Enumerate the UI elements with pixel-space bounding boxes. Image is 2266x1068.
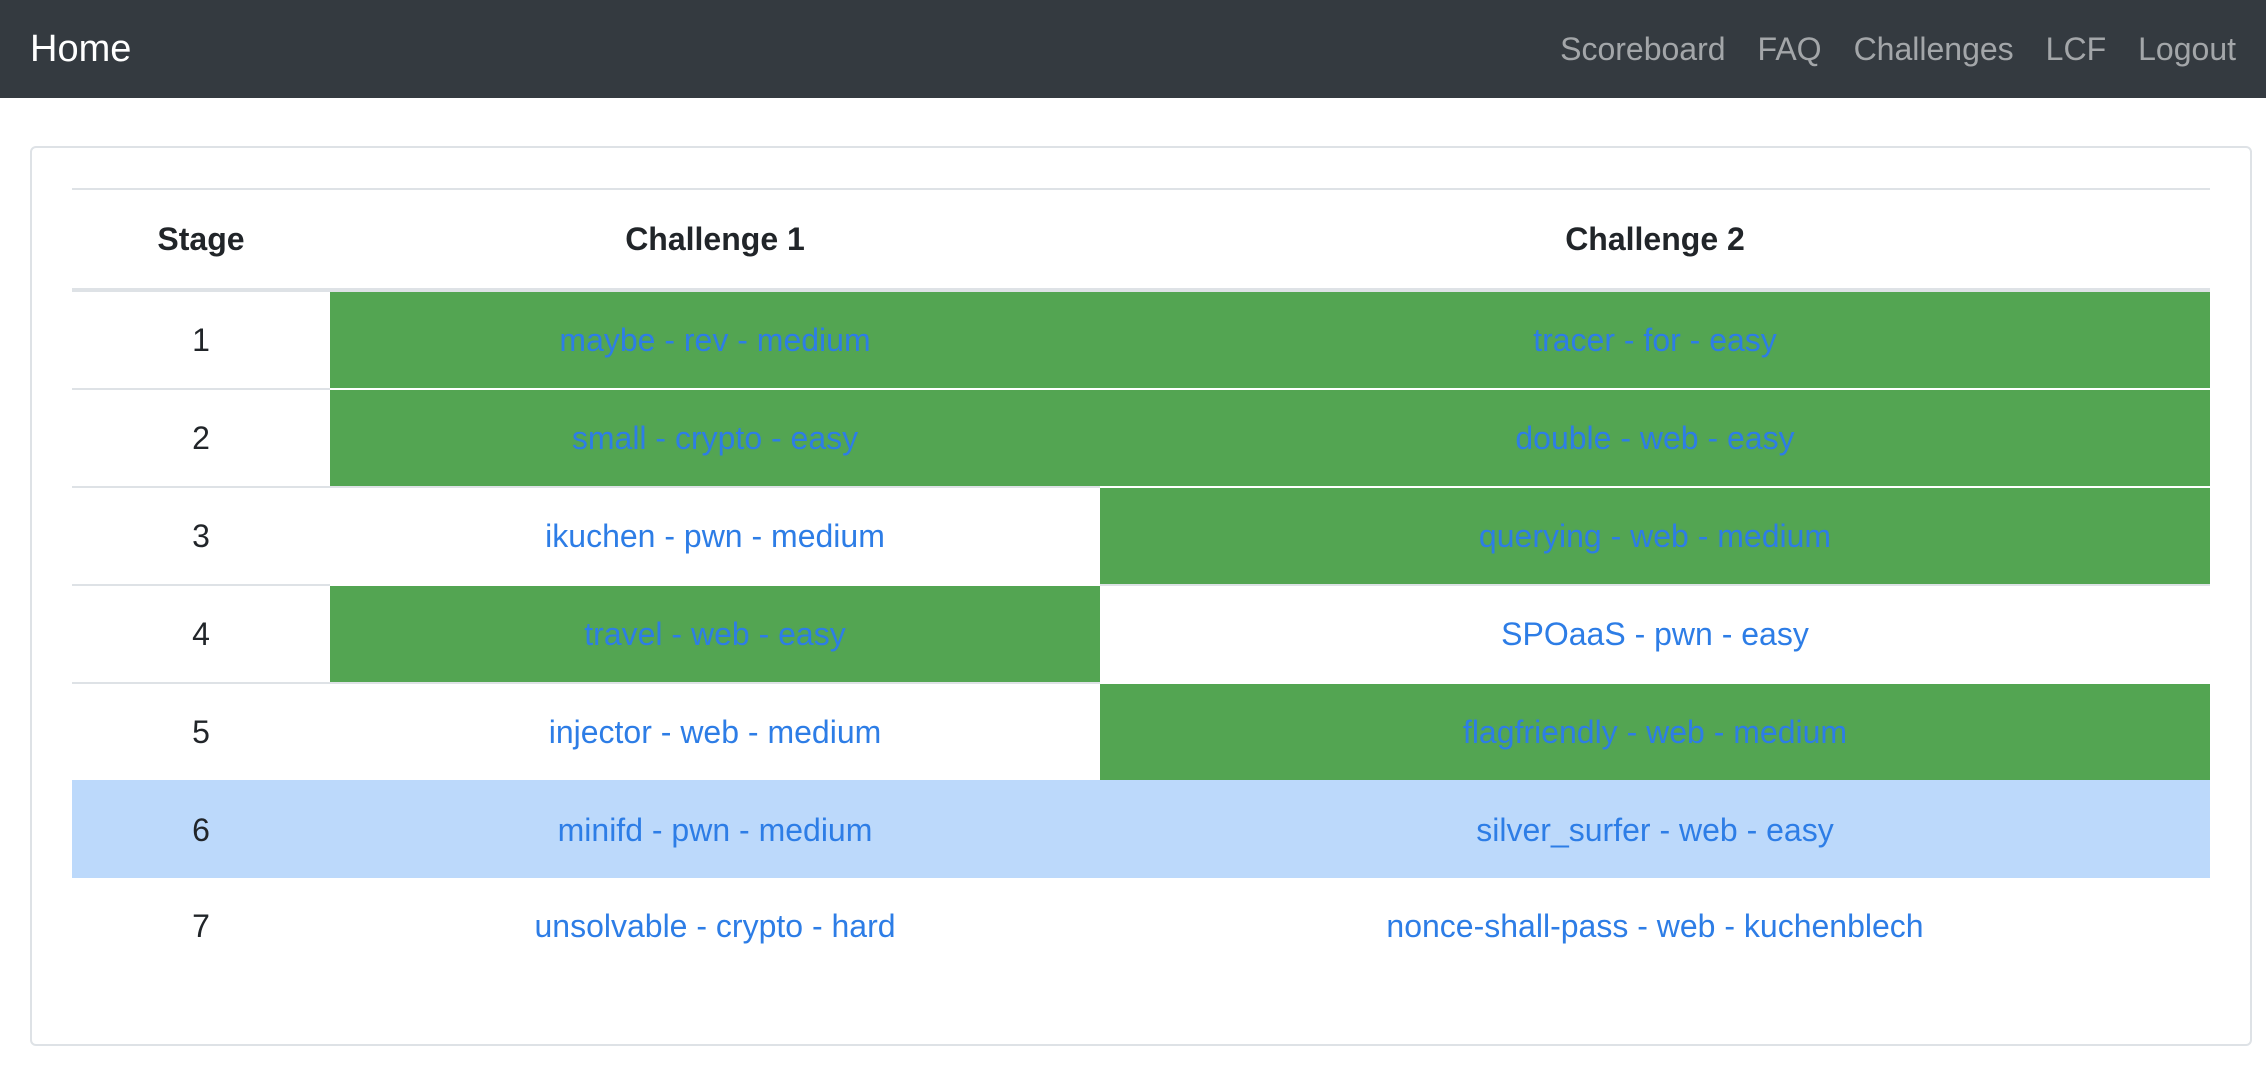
challenge-cell-solved: travel - web - easy: [330, 584, 1100, 683]
table-row: 1 maybe - rev - medium tracer - for - ea…: [72, 289, 2210, 389]
challenges-table: Stage Challenge 1 Challenge 2 1 maybe - …: [72, 188, 2210, 974]
challenge-cell: SPOaaS - pwn - easy: [1100, 584, 2210, 683]
challenge-cell: injector - web - medium: [330, 682, 1100, 781]
stage-number: 1: [72, 289, 330, 389]
table-row: 5 injector - web - medium flagfriendly -…: [72, 682, 2210, 781]
header-stage: Stage: [72, 188, 330, 292]
challenge-cell-solved: querying - web - medium: [1100, 486, 2210, 585]
challenge-link[interactable]: minifd - pwn - medium: [558, 812, 873, 848]
stage-number: 4: [72, 584, 330, 683]
table-row: 7 unsolvable - crypto - hard nonce-shall…: [72, 878, 2210, 974]
nav-scoreboard[interactable]: Scoreboard: [1560, 31, 1725, 68]
header-challenge-2: Challenge 2: [1100, 188, 2210, 292]
challenge-link[interactable]: unsolvable - crypto - hard: [534, 908, 895, 944]
stage-number: 6: [72, 780, 330, 878]
challenge-link[interactable]: SPOaaS - pwn - easy: [1501, 616, 1809, 652]
challenge-link[interactable]: small - crypto - easy: [572, 420, 858, 456]
table-row: 4 travel - web - easy SPOaaS - pwn - eas…: [72, 584, 2210, 683]
header-challenge-1: Challenge 1: [330, 188, 1100, 292]
challenge-link[interactable]: tracer - for - easy: [1533, 322, 1777, 358]
challenge-link[interactable]: double - web - easy: [1515, 420, 1794, 456]
challenge-cell: unsolvable - crypto - hard: [330, 878, 1100, 974]
stage-number: 2: [72, 388, 330, 487]
challenge-cell-solved: double - web - easy: [1100, 388, 2210, 487]
home-link[interactable]: Home: [30, 28, 131, 71]
challenge-link[interactable]: silver_surfer - web - easy: [1476, 812, 1833, 848]
challenge-cell-solved: maybe - rev - medium: [330, 289, 1100, 389]
table-row: 3 ikuchen - pwn - medium querying - web …: [72, 486, 2210, 585]
nav-lcf[interactable]: LCF: [2046, 31, 2106, 68]
challenge-cell: minifd - pwn - medium: [330, 780, 1100, 878]
challenges-card: Stage Challenge 1 Challenge 2 1 maybe - …: [30, 146, 2252, 1046]
challenge-cell-solved: small - crypto - easy: [330, 388, 1100, 487]
top-navbar: Home Scoreboard FAQ Challenges LCF Logou…: [0, 0, 2266, 98]
challenge-link[interactable]: injector - web - medium: [549, 714, 882, 750]
challenge-cell: silver_surfer - web - easy: [1100, 780, 2210, 878]
challenge-link[interactable]: nonce-shall-pass - web - kuchenblech: [1386, 908, 1923, 944]
challenge-cell: nonce-shall-pass - web - kuchenblech: [1100, 878, 2210, 974]
challenge-link[interactable]: querying - web - medium: [1479, 518, 1831, 554]
nav-logout[interactable]: Logout: [2138, 31, 2236, 68]
stage-number: 3: [72, 486, 330, 585]
stage-number: 5: [72, 682, 330, 781]
nav-challenges[interactable]: Challenges: [1854, 31, 2014, 68]
table-header-row: Stage Challenge 1 Challenge 2: [72, 188, 2210, 292]
challenge-cell-solved: tracer - for - easy: [1100, 289, 2210, 389]
challenge-cell: ikuchen - pwn - medium: [330, 486, 1100, 585]
table-row: 2 small - crypto - easy double - web - e…: [72, 388, 2210, 487]
challenge-link[interactable]: flagfriendly - web - medium: [1463, 714, 1847, 750]
nav-links: Scoreboard FAQ Challenges LCF Logout: [1528, 31, 2236, 68]
challenge-link[interactable]: maybe - rev - medium: [559, 322, 870, 358]
challenge-link[interactable]: ikuchen - pwn - medium: [545, 518, 885, 554]
stage-number: 7: [192, 907, 210, 944]
challenge-cell-solved: flagfriendly - web - medium: [1100, 682, 2210, 781]
nav-faq[interactable]: FAQ: [1758, 31, 1822, 68]
challenge-link[interactable]: travel - web - easy: [584, 616, 845, 652]
table-row-current: 6 minifd - pwn - medium silver_surfer - …: [72, 780, 2210, 878]
